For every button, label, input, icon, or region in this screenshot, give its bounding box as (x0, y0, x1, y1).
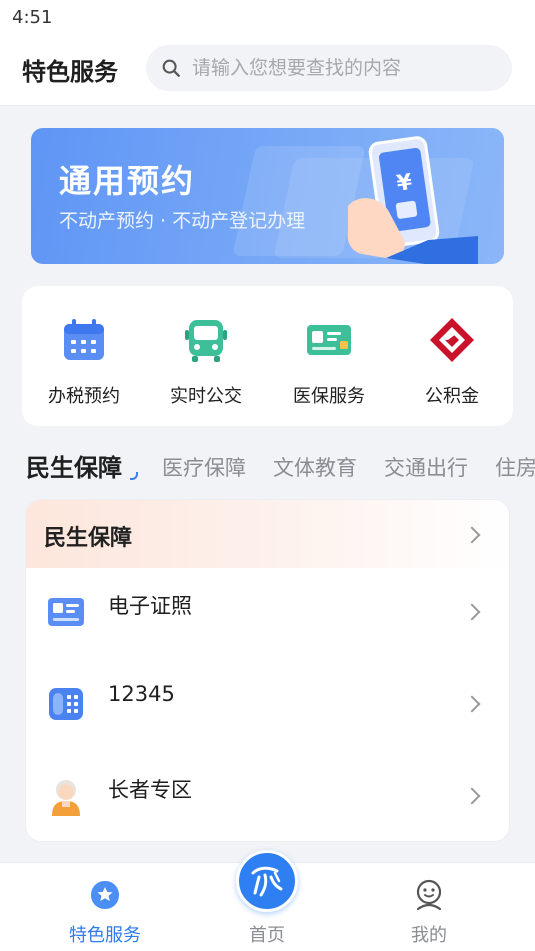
tab-culture-education[interactable]: 文体教育 (273, 452, 357, 482)
quick-item-label: 公积金 (425, 386, 479, 407)
app-header: 特色服务 (0, 36, 535, 106)
quick-item-realtime-bus[interactable]: 实时公交 (146, 312, 266, 412)
list-item-label: 电子证照 (108, 594, 192, 618)
bus-icon (185, 320, 227, 362)
quick-item-housing-fund[interactable]: 公积金 (392, 312, 512, 412)
search-bar[interactable] (146, 45, 512, 91)
chevron-right-icon (463, 603, 481, 621)
id-card-icon (48, 598, 84, 626)
tab-active-indicator (130, 472, 138, 480)
section-title: 民生保障 (44, 526, 133, 551)
chevron-right-icon (463, 695, 481, 713)
nav-label: 特色服务 (69, 925, 141, 946)
nav-label: 首页 (249, 925, 285, 946)
appointment-banner[interactable]: 通用预约 不动产预约 · 不动产登记办理 ¥ (31, 128, 504, 264)
profile-icon (416, 879, 442, 911)
category-tabs: 民生保障 医疗保障 文体教育 交通出行 住房 (0, 446, 535, 486)
nav-label: 我的 (411, 925, 447, 946)
tab-housing[interactable]: 住房 (495, 452, 535, 482)
nav-mine[interactable]: 我的 (369, 863, 489, 951)
elder-icon (52, 780, 80, 816)
home-logo-icon (251, 866, 283, 897)
chevron-right-icon (463, 787, 481, 805)
tab-livelihood[interactable]: 民生保障 (26, 448, 122, 483)
search-input[interactable] (192, 45, 492, 91)
star-badge-icon (91, 881, 119, 909)
banner-subtitle: 不动产预约 · 不动产登记办理 (59, 210, 306, 232)
service-list-card: 民生保障 电子证照 12345 长者专区 (25, 499, 510, 842)
housing-fund-logo-icon (430, 318, 474, 362)
list-item-elder-zone[interactable]: 长者专区 (26, 752, 509, 841)
calendar-icon (64, 319, 104, 360)
quick-services-panel: 办税预约 实时公交 医保服务 公积金 (22, 286, 513, 426)
hand-phone-illustration: ¥ (347, 136, 478, 264)
quick-item-label: 实时公交 (170, 386, 242, 407)
page-title: 特色服务 (22, 58, 118, 86)
list-item-label: 长者专区 (108, 778, 192, 802)
tab-medical[interactable]: 医疗保障 (162, 452, 246, 482)
medical-card-icon (307, 325, 351, 355)
search-icon (162, 59, 180, 77)
home-logo-button[interactable] (236, 850, 298, 912)
status-time: 4:51 (12, 7, 53, 28)
banner-title: 通用预约 (59, 162, 196, 200)
quick-item-label: 办税预约 (48, 386, 120, 407)
list-item-e-license[interactable]: 电子证照 (26, 568, 509, 658)
tab-transport[interactable]: 交通出行 (384, 452, 468, 482)
list-item-hotline-12345[interactable]: 12345 (26, 660, 509, 750)
phone-hotline-icon (49, 688, 83, 720)
section-header[interactable]: 民生保障 (26, 500, 509, 568)
quick-item-label: 医保服务 (293, 386, 365, 407)
quick-item-tax-appointment[interactable]: 办税预约 (24, 312, 144, 412)
nav-featured-services[interactable]: 特色服务 (45, 863, 165, 951)
list-item-label: 12345 (108, 682, 175, 706)
chevron-right-icon (463, 526, 481, 544)
quick-item-medical-insurance[interactable]: 医保服务 (269, 312, 389, 412)
status-bar: 4:51 (0, 0, 535, 36)
